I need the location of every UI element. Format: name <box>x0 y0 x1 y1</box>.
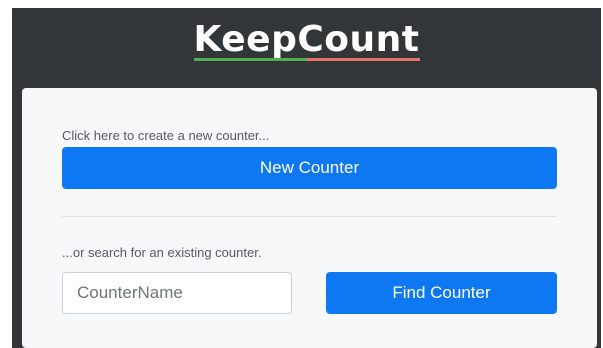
header: KeepCount <box>12 16 601 64</box>
title-underline-red <box>306 58 420 61</box>
counter-name-input[interactable] <box>62 272 292 314</box>
app-frame: KeepCount Click here to create a new cou… <box>12 8 601 348</box>
find-counter-button[interactable]: Find Counter <box>326 272 557 314</box>
app-title: KeepCount <box>193 16 420 64</box>
search-hint: ...or search for an existing counter. <box>62 245 262 260</box>
app-title-text: KeepCount <box>193 19 420 60</box>
title-underline-green <box>193 58 307 61</box>
divider <box>62 216 557 217</box>
create-hint: Click here to create a new counter... <box>62 128 270 143</box>
new-counter-button[interactable]: New Counter <box>62 147 557 189</box>
counter-card: Click here to create a new counter... Ne… <box>22 88 597 348</box>
title-underline <box>193 58 420 61</box>
